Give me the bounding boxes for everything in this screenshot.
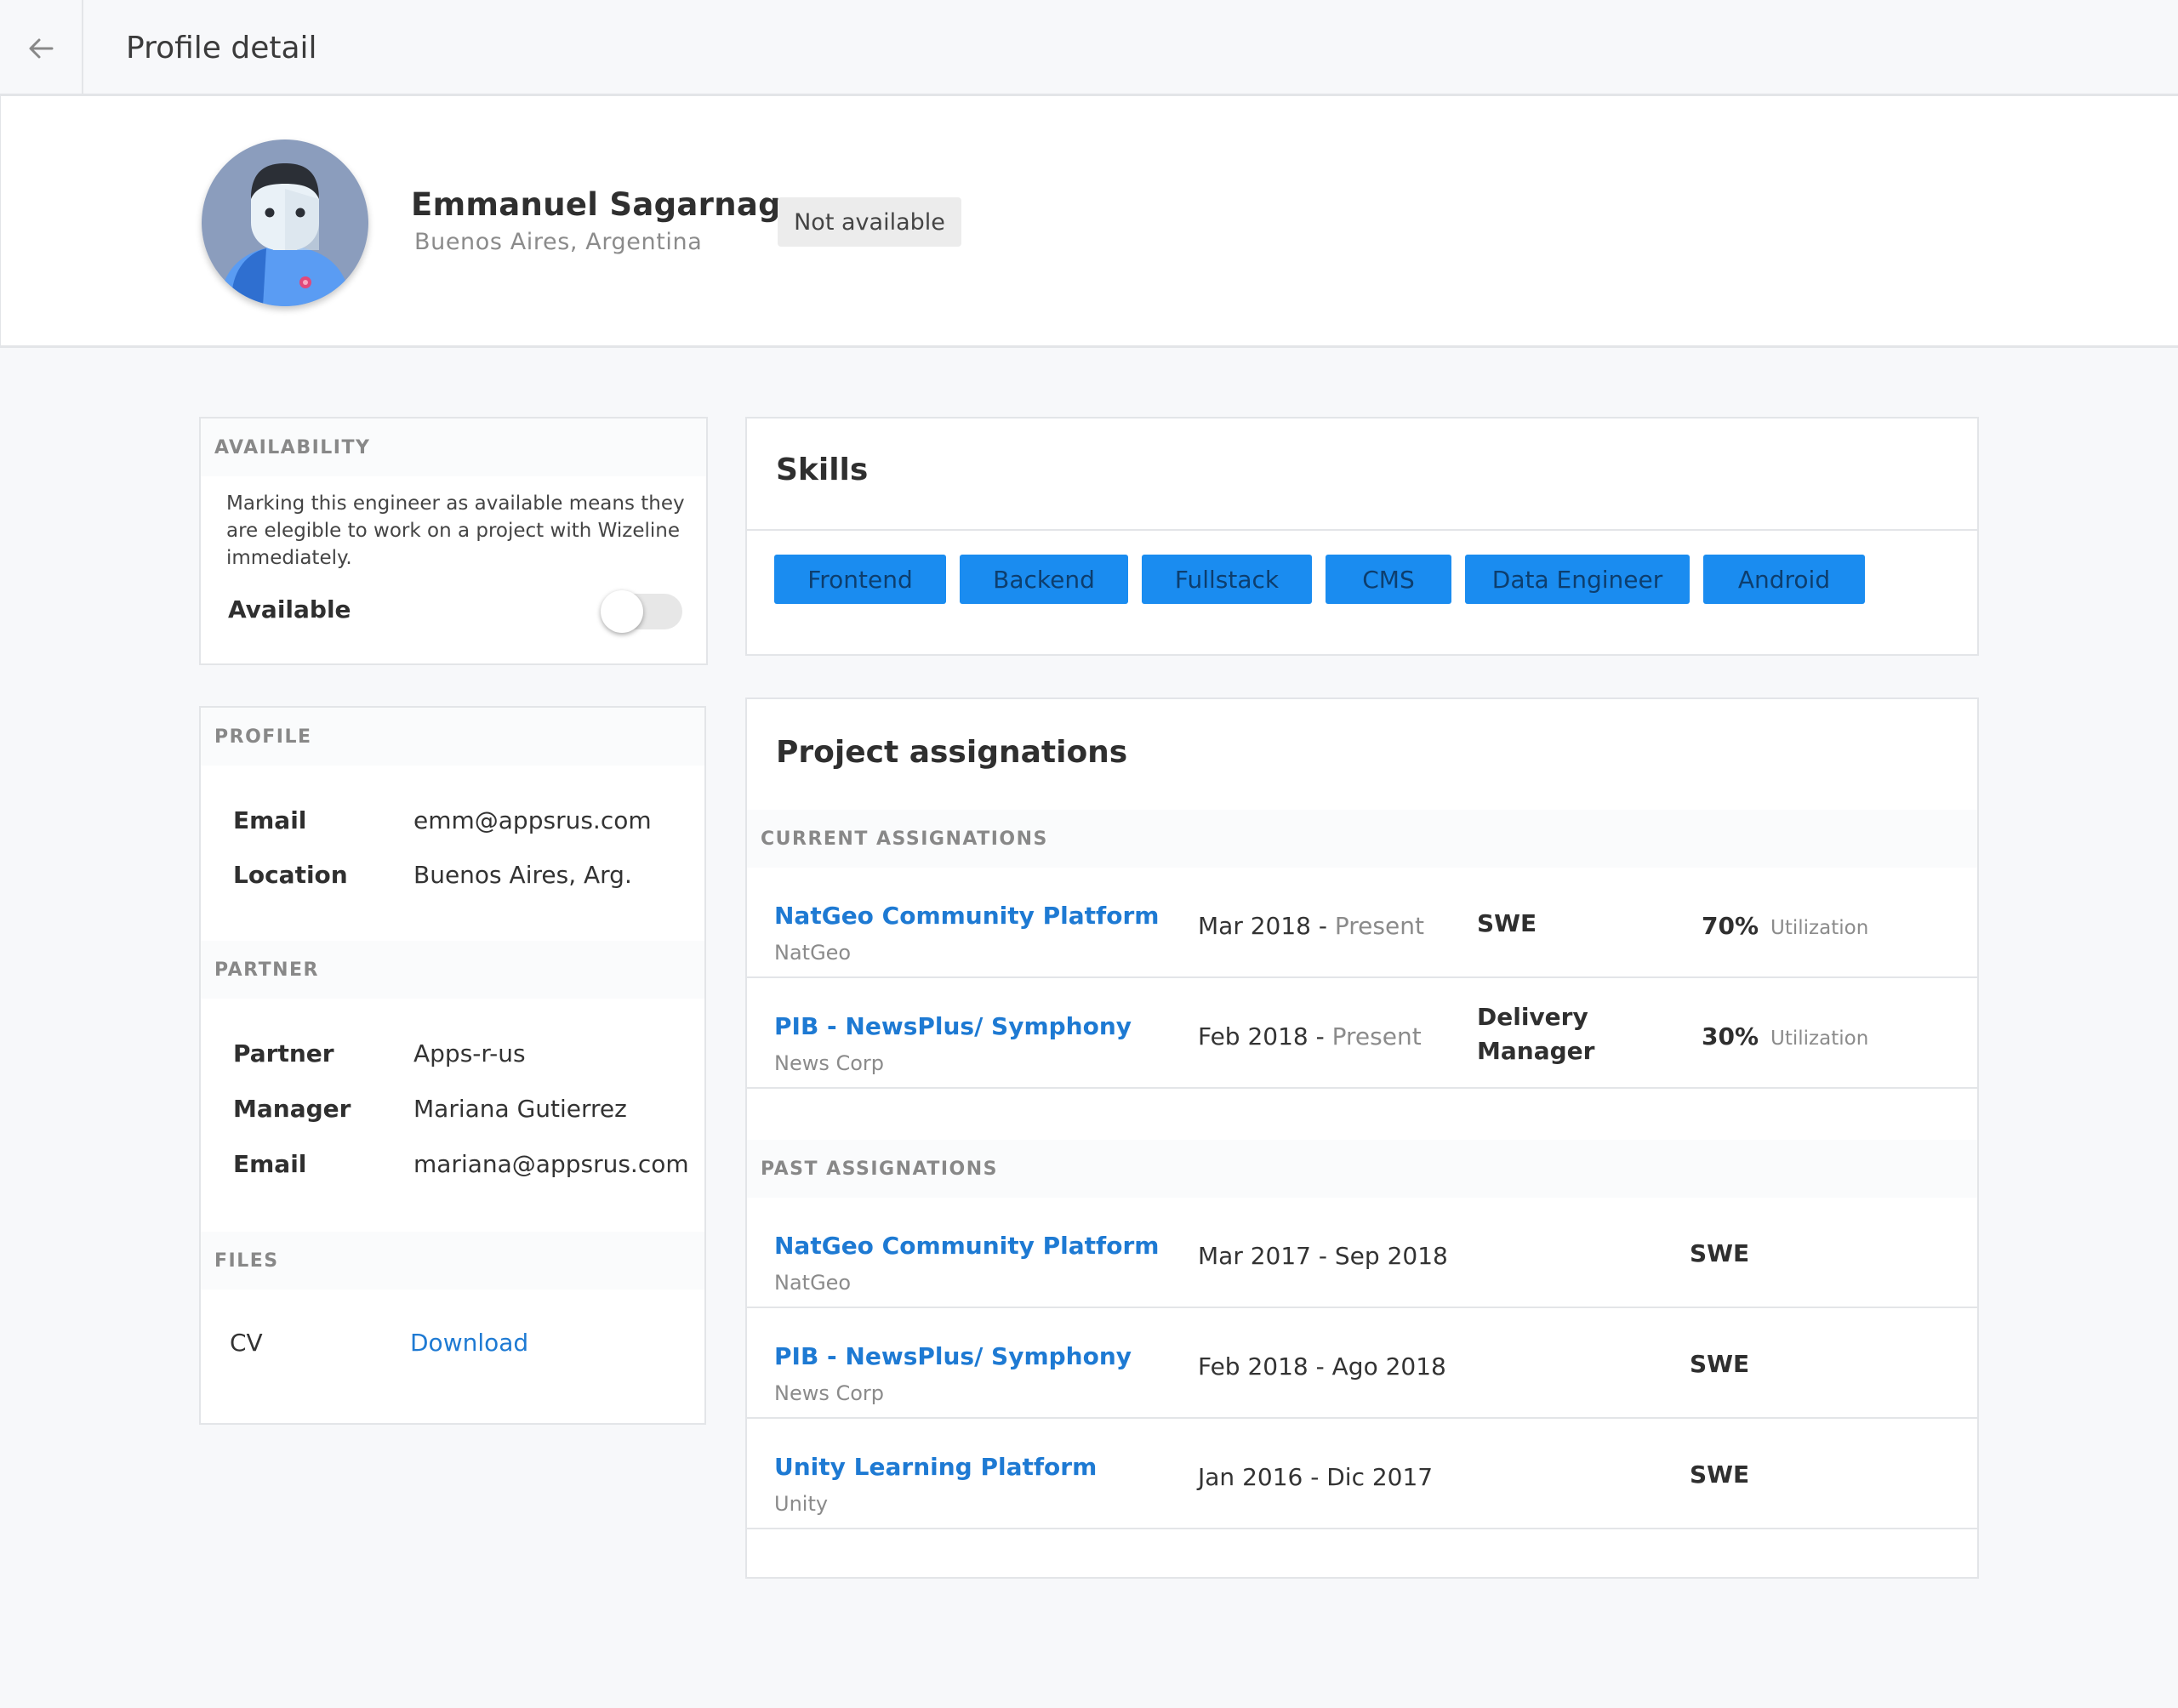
projects-card: Project assignations CURRENT ASSIGNATION… [745,697,1979,1579]
field-value: mariana@appsrus.com [413,1150,689,1178]
project-link[interactable]: NatGeo Community Platform [774,1232,1159,1260]
skill-chip[interactable]: Data Engineer [1465,555,1690,604]
past-assignations-heading: PAST ASSIGNATIONS [747,1140,1977,1198]
utilization-label: Utilization [1770,917,1869,939]
toggle-knob [601,590,643,633]
project-dates: Mar 2018 - Present [1198,912,1424,940]
skill-chip[interactable]: Backend [960,555,1128,604]
skill-chip[interactable]: CMS [1326,555,1451,604]
project-link[interactable]: NatGeo Community Platform [774,902,1159,930]
field-label: Email [233,1150,307,1178]
skill-chip[interactable]: Android [1703,555,1865,604]
project-link[interactable]: PIB - NewsPlus/ Symphony [774,1012,1132,1040]
project-dates: Feb 2018 - Ago 2018 [1198,1352,1446,1381]
project-role: Delivery Manager [1477,1000,1594,1068]
project-client: News Corp [774,1381,885,1405]
project-dates: Jan 2016 - Dic 2017 [1198,1463,1434,1491]
project-utilization: 30% Utilization [1702,1022,1868,1050]
field-value: Apps-r-us [413,1039,526,1068]
end-date: Present [1334,912,1424,940]
project-role: SWE [1477,909,1537,937]
profile-name: Emmanuel Sagarnaga [411,186,803,223]
field-label: Manager [233,1095,351,1123]
cv-label: CV [230,1329,263,1357]
field-label: Location [233,861,348,889]
table-row: PIB - NewsPlus/ Symphony News Corp Feb 2… [747,1308,1977,1419]
avatar [202,139,368,306]
project-link[interactable]: PIB - NewsPlus/ Symphony [774,1342,1132,1370]
top-bar: Profile detail [0,0,2178,96]
utilization-label: Utilization [1770,1028,1869,1050]
field-label: Email [233,806,307,834]
project-role: SWE [1690,1239,1750,1267]
divider [747,529,1977,531]
utilization-percent: 70% [1702,912,1759,940]
skill-chip[interactable]: Fullstack [1142,555,1312,604]
project-client: NatGeo [774,1271,852,1295]
files-heading: FILES [201,1232,704,1290]
profile-header: Emmanuel Sagarnaga Buenos Aires, Argenti… [0,96,2178,348]
project-link[interactable]: Unity Learning Platform [774,1453,1097,1481]
project-client: News Corp [774,1051,885,1075]
profile-location: Buenos Aires, Argentina [414,229,703,255]
table-row: Unity Learning Platform Unity Jan 2016 -… [747,1419,1977,1529]
current-assignations-heading: CURRENT ASSIGNATIONS [747,810,1977,868]
project-role: SWE [1690,1460,1750,1489]
role-line: Manager [1477,1037,1595,1065]
profile-details-card: PROFILE Email emm@appsrus.com Location B… [199,706,706,1425]
end-date: Present [1331,1022,1422,1050]
back-button[interactable] [0,0,83,96]
field-label: Partner [233,1039,334,1068]
project-utilization: 70% Utilization [1702,912,1868,940]
partner-heading: PARTNER [201,941,704,999]
start-date: Mar 2018 - [1198,912,1335,940]
field-value: Mariana Gutierrez [413,1095,627,1123]
download-cv-link[interactable]: Download [410,1329,528,1357]
availability-description: Marking this engineer as available means… [226,492,685,569]
project-dates: Mar 2017 - Sep 2018 [1198,1242,1448,1270]
field-value: emm@appsrus.com [413,806,652,834]
table-row: NatGeo Community Platform NatGeo Mar 201… [747,868,1977,978]
project-dates: Feb 2018 - Present [1198,1022,1422,1050]
available-toggle[interactable] [601,587,682,635]
status-badge: Not available [778,197,961,247]
skill-chip[interactable]: Frontend [774,555,946,604]
skills-title: Skills [776,453,869,487]
table-row: NatGeo Community Platform NatGeo Mar 201… [747,1198,1977,1308]
project-role: SWE [1690,1350,1750,1378]
table-row: PIB - NewsPlus/ Symphony News Corp Feb 2… [747,978,1977,1089]
project-client: Unity [774,1492,829,1516]
project-client: NatGeo [774,941,852,965]
available-label: Available [228,595,351,623]
availability-heading: AVAILABILITY [201,418,706,476]
availability-card: AVAILABILITY Marking this engineer as av… [199,417,708,665]
profile-heading: PROFILE [201,708,704,766]
page-title: Profile detail [126,31,317,65]
utilization-percent: 30% [1702,1022,1759,1050]
role-line: Delivery [1477,1003,1588,1031]
arrow-left-icon [29,38,54,58]
start-date: Feb 2018 - [1198,1022,1332,1050]
projects-title: Project assignations [776,735,1128,770]
field-value: Buenos Aires, Arg. [413,861,632,889]
skills-card: Skills Frontend Backend Fullstack CMS Da… [745,417,1979,656]
